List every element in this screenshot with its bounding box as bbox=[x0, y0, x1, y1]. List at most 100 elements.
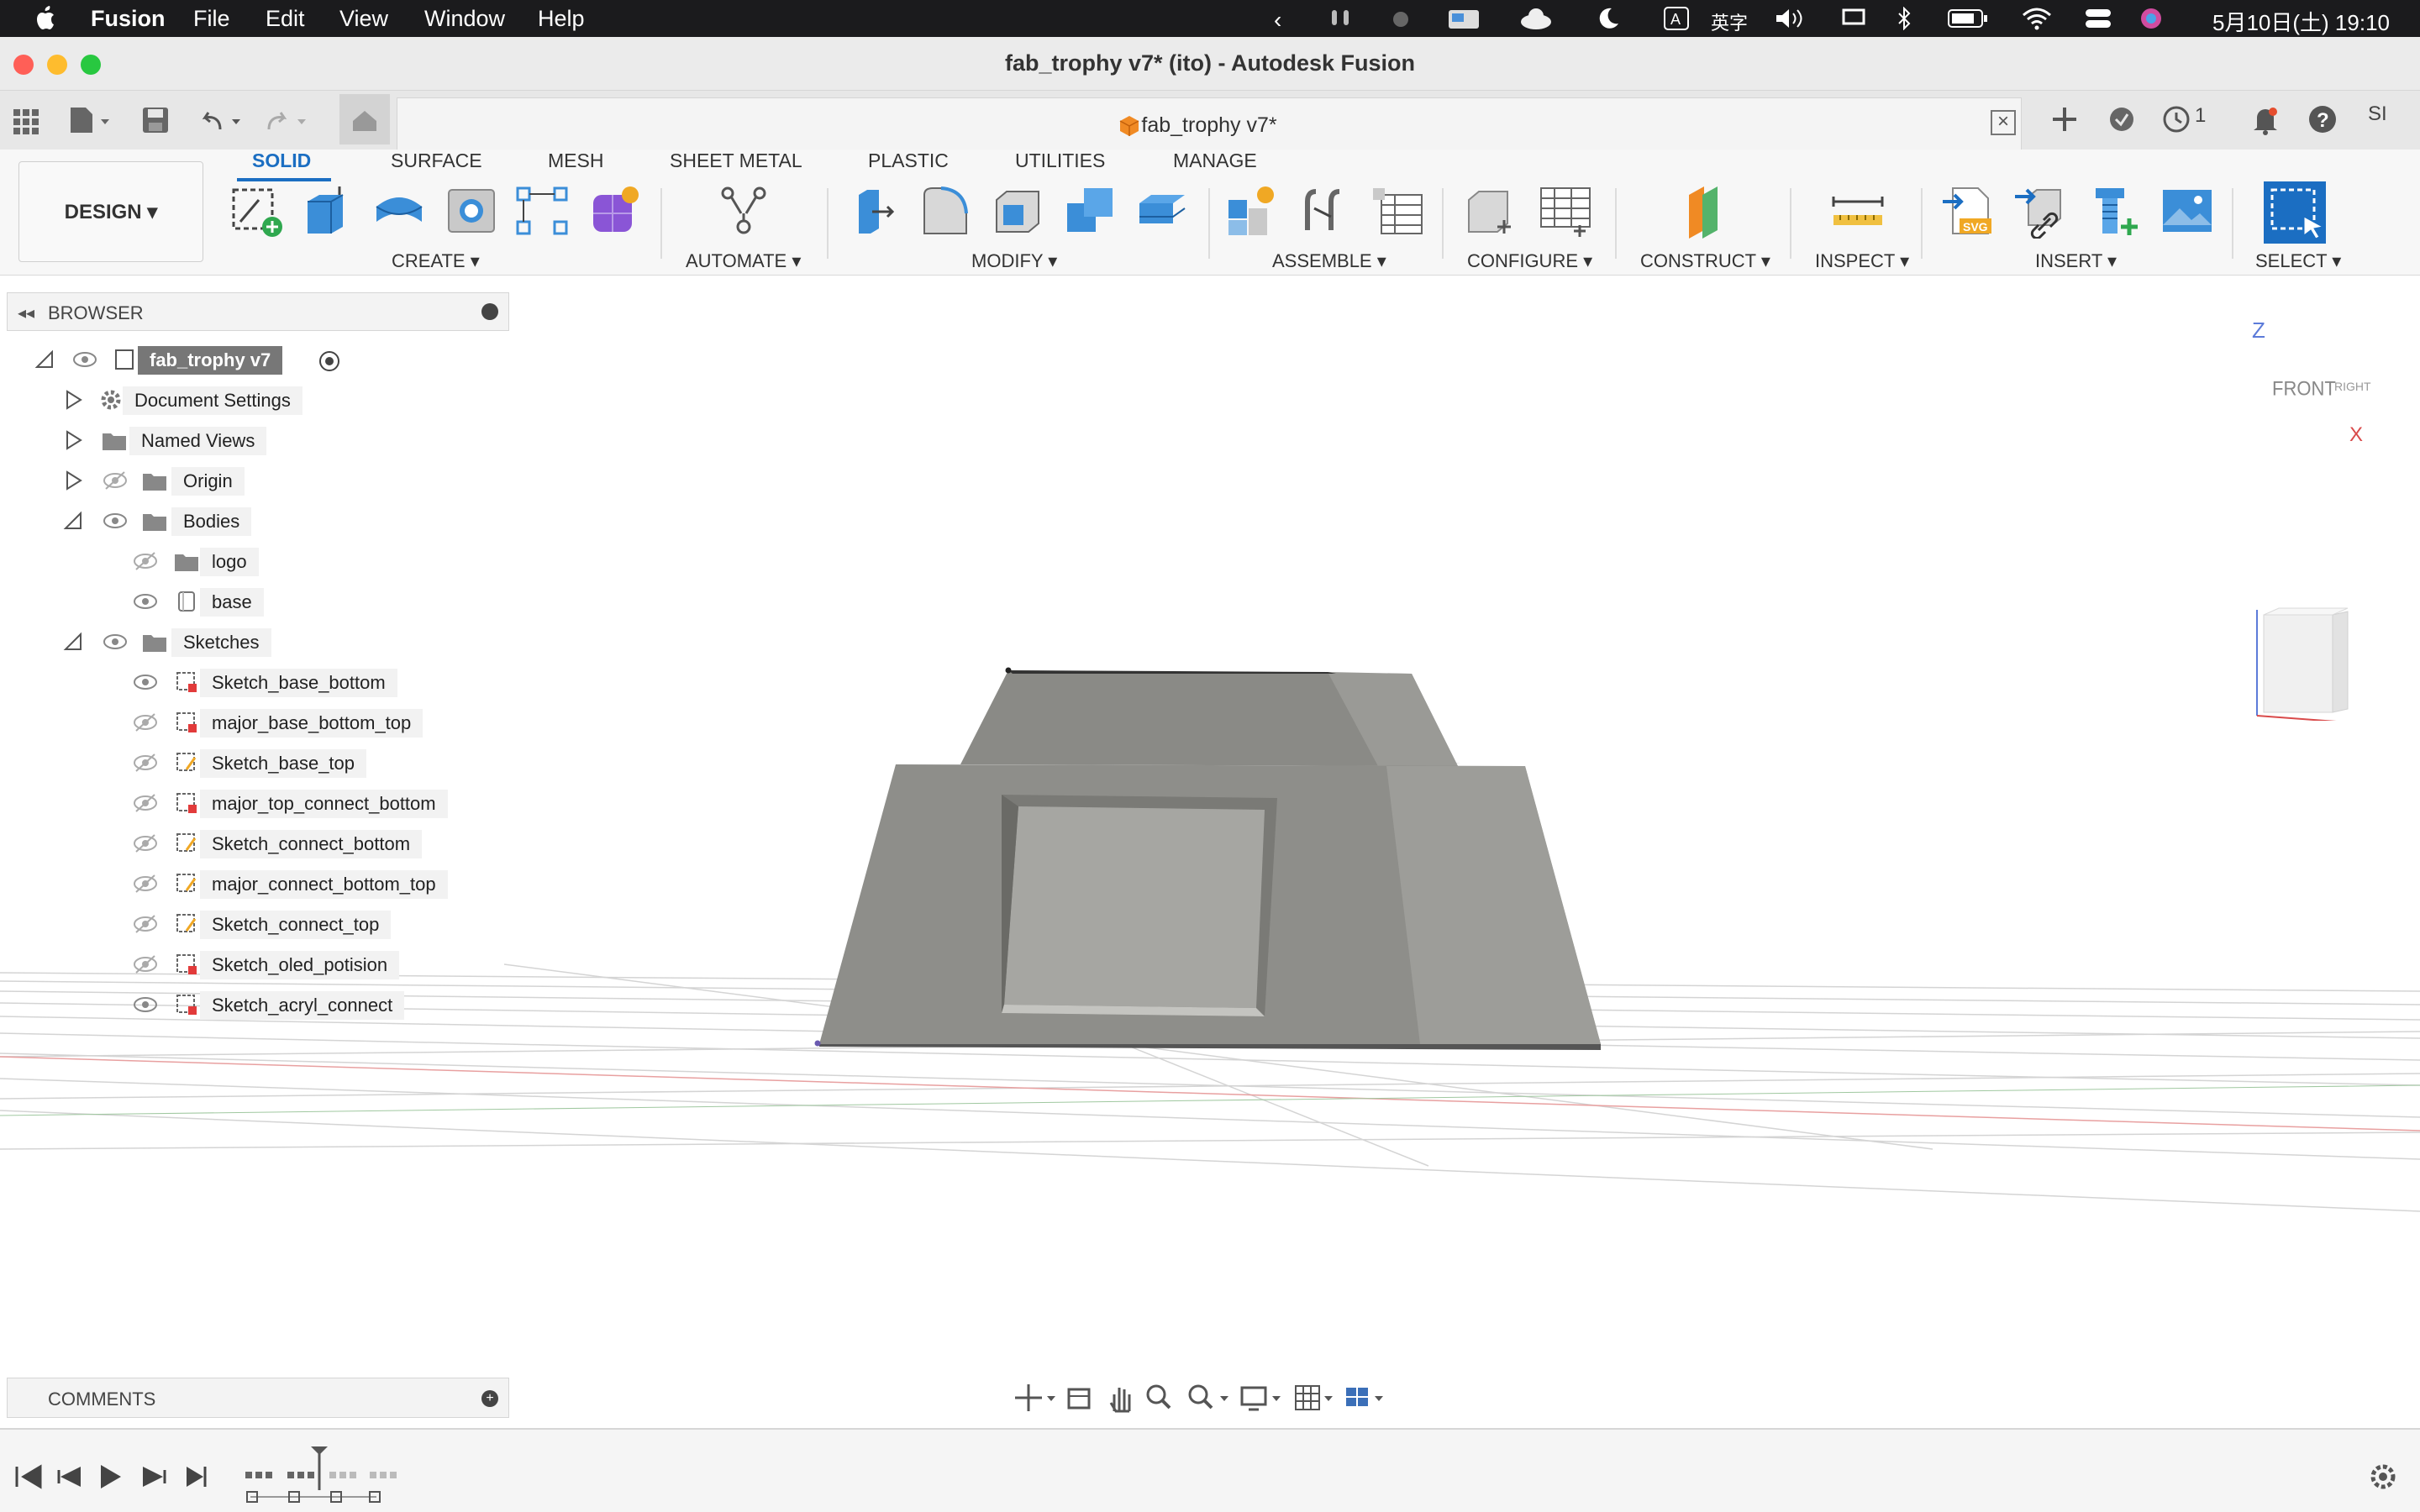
home-icon[interactable] bbox=[339, 94, 390, 144]
browser-body-logo[interactable]: logo bbox=[0, 544, 504, 578]
browser-root-component[interactable]: fab_trophy v7 bbox=[0, 343, 504, 376]
step-forward-icon[interactable] bbox=[143, 1467, 166, 1487]
siri-icon[interactable] bbox=[2139, 7, 2163, 30]
browser-item-label[interactable]: Sketch_connect_bottom bbox=[200, 830, 423, 858]
menu-edit[interactable]: Edit bbox=[266, 6, 305, 32]
browser-sketch-item[interactable]: Sketch_base_top bbox=[0, 746, 504, 780]
display-icon[interactable] bbox=[1447, 7, 1481, 32]
browser-minimize-button[interactable] bbox=[481, 303, 498, 320]
configure-component-icon[interactable] bbox=[1464, 183, 1519, 239]
browser-sketch-item[interactable]: Sketch_acryl_connect bbox=[0, 988, 504, 1021]
create-form-icon[interactable] bbox=[588, 183, 644, 239]
job-status-clock-icon[interactable] bbox=[2160, 102, 2193, 136]
cloud-icon[interactable] bbox=[1519, 7, 1553, 30]
tab-sheet-metal[interactable]: SHEET METAL bbox=[670, 150, 802, 172]
modify-group-label[interactable]: MODIFY ▾ bbox=[971, 250, 1057, 272]
browser-sketch-item[interactable]: Sketch_connect_top bbox=[0, 907, 504, 941]
viewports-icon[interactable] bbox=[1346, 1388, 1383, 1406]
automate-group-label[interactable]: AUTOMATE ▾ bbox=[686, 250, 801, 272]
wifi-icon[interactable] bbox=[2022, 7, 2052, 30]
browser-item-label[interactable]: Bodies bbox=[171, 507, 252, 536]
browser-sketch-item[interactable]: Sketch_connect_bottom bbox=[0, 827, 504, 860]
collapse-browser-icon[interactable]: ◂◂ bbox=[18, 302, 34, 323]
zoom-window-icon[interactable] bbox=[1188, 1384, 1228, 1410]
construct-group-label[interactable]: CONSTRUCT ▾ bbox=[1640, 250, 1770, 272]
pan-hand-icon[interactable] bbox=[1109, 1388, 1131, 1413]
display-settings-icon[interactable] bbox=[1240, 1386, 1281, 1411]
menu-view[interactable]: View bbox=[339, 6, 388, 32]
add-comment-button[interactable]: + bbox=[481, 1390, 498, 1407]
undo-icon[interactable] bbox=[198, 102, 249, 136]
view-cube[interactable] bbox=[2252, 586, 2353, 721]
go-to-end-icon[interactable] bbox=[187, 1467, 207, 1487]
app-menu-fusion[interactable]: Fusion bbox=[91, 6, 166, 32]
input-mode-label[interactable]: 英字 bbox=[1711, 8, 1748, 35]
browser-item-label[interactable]: major_connect_bottom_top bbox=[200, 870, 448, 899]
close-tab-button[interactable]: × bbox=[1991, 110, 2016, 135]
viewcube-right-face[interactable]: RIGHT bbox=[2334, 380, 2371, 393]
visibility-eye-icon[interactable] bbox=[133, 954, 158, 974]
viewcube-front-face[interactable]: FRONT bbox=[2272, 377, 2336, 402]
visibility-eye-icon[interactable] bbox=[133, 753, 158, 773]
browser-item-label[interactable]: base bbox=[200, 588, 264, 617]
browser-panel-header[interactable]: ◂◂ BROWSER bbox=[7, 292, 509, 331]
measure-icon[interactable] bbox=[1830, 183, 1886, 239]
help-icon[interactable]: ? bbox=[2306, 102, 2339, 136]
timeline-playhead[interactable] bbox=[311, 1446, 328, 1490]
orbit-icon[interactable] bbox=[1015, 1384, 1055, 1411]
moon-icon[interactable] bbox=[1597, 7, 1620, 30]
control-center-icon[interactable] bbox=[2084, 7, 2112, 30]
browser-item-origin[interactable]: Origin bbox=[0, 464, 504, 497]
collapse-root-icon[interactable] bbox=[34, 349, 55, 370]
battery-icon[interactable] bbox=[1948, 8, 1988, 29]
browser-item-label[interactable]: major_base_bottom_top bbox=[200, 709, 424, 738]
browser-item-sketches[interactable]: Sketches bbox=[0, 625, 504, 659]
save-icon[interactable] bbox=[141, 102, 170, 136]
browser-item-label[interactable]: Sketch_connect_top bbox=[200, 911, 392, 939]
tab-solid[interactable]: SOLID bbox=[252, 150, 311, 172]
comments-panel[interactable]: COMMENTS + bbox=[7, 1378, 509, 1418]
combine-icon[interactable] bbox=[1062, 183, 1118, 239]
browser-item-label[interactable]: Sketches bbox=[171, 628, 271, 657]
visibility-eye-icon[interactable] bbox=[133, 591, 158, 612]
configure-group-label[interactable]: CONFIGURE ▾ bbox=[1467, 250, 1592, 272]
expand-document-settings-icon[interactable] bbox=[62, 389, 84, 411]
browser-sketch-item[interactable]: Sketch_oled_potision bbox=[0, 948, 504, 981]
airpods-icon[interactable] bbox=[1328, 8, 1353, 30]
screen-share-icon[interactable] bbox=[1840, 7, 1867, 30]
browser-item-label[interactable]: Document Settings bbox=[123, 386, 302, 415]
play-icon[interactable] bbox=[101, 1465, 121, 1488]
visibility-eye-icon[interactable] bbox=[103, 632, 128, 652]
go-to-start-icon[interactable] bbox=[15, 1464, 42, 1489]
browser-item-bodies[interactable]: Bodies bbox=[0, 504, 504, 538]
menu-file[interactable]: File bbox=[193, 6, 230, 32]
tab-plastic[interactable]: PLASTIC bbox=[868, 150, 949, 172]
chevron-left-icon[interactable]: ‹ bbox=[1274, 7, 1281, 34]
visibility-eye-icon[interactable] bbox=[133, 793, 158, 813]
fillet-icon[interactable] bbox=[918, 183, 973, 239]
redo-icon[interactable] bbox=[262, 102, 313, 136]
revolve-icon[interactable] bbox=[371, 183, 427, 239]
job-count[interactable]: 1 bbox=[2195, 104, 2206, 138]
document-tab[interactable]: fab_trophy v7* × bbox=[397, 97, 2022, 150]
browser-body-base[interactable]: base bbox=[0, 585, 504, 618]
tab-manage[interactable]: MANAGE bbox=[1173, 150, 1257, 172]
new-tab-plus-icon[interactable] bbox=[2049, 102, 2081, 136]
trophy-base-model[interactable] bbox=[814, 667, 1602, 1051]
user-avatar[interactable]: SI bbox=[2368, 102, 2387, 136]
collapse-sketches-icon[interactable] bbox=[62, 631, 84, 653]
volume-icon[interactable] bbox=[1775, 7, 1808, 30]
visibility-eye-icon[interactable] bbox=[133, 995, 158, 1015]
press-pull-icon[interactable] bbox=[847, 183, 902, 239]
browser-item-label[interactable]: Sketch_acryl_connect bbox=[200, 991, 405, 1020]
notifications-bell-icon[interactable] bbox=[2249, 102, 2282, 136]
extensions-icon[interactable] bbox=[2106, 102, 2138, 136]
grid-snap-icon[interactable] bbox=[1295, 1385, 1333, 1410]
select-icon[interactable] bbox=[2262, 180, 2328, 245]
new-component-icon[interactable] bbox=[1225, 183, 1281, 239]
visibility-eye-icon[interactable] bbox=[133, 874, 158, 894]
extrude-icon[interactable] bbox=[299, 183, 355, 239]
visibility-eye-icon[interactable] bbox=[72, 349, 97, 370]
insert-derive-icon[interactable] bbox=[2013, 183, 2069, 239]
visibility-eye-icon[interactable] bbox=[133, 833, 158, 853]
